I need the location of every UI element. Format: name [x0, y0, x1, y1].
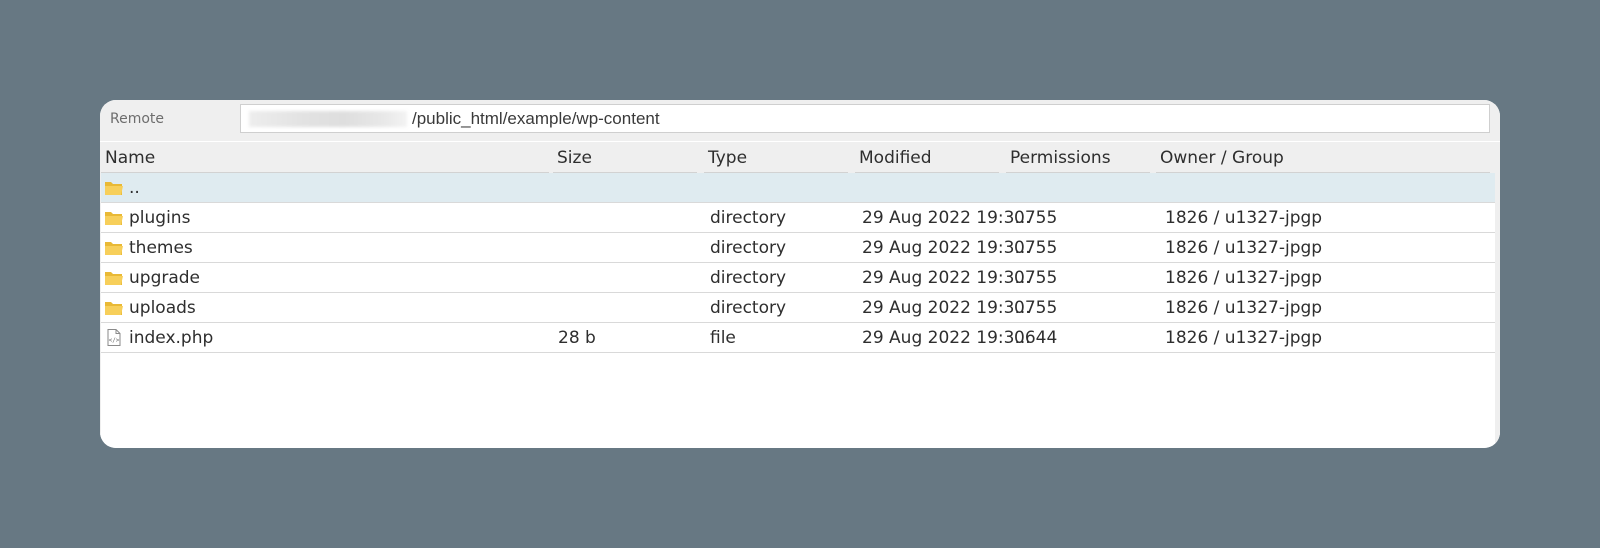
column-header-modified[interactable]: Modified [855, 142, 999, 173]
file-row[interactable]: uploads directory 29 Aug 2022 19:3... 0755 1… [101, 293, 1495, 323]
file-type: directory [710, 268, 787, 288]
file-permissions: 0755 [1014, 208, 1058, 228]
file-row[interactable]: plugins directory 29 Aug 2022 19:3... 0755 1… [101, 203, 1495, 233]
file-modified: 29 Aug 2022 19:3... [862, 208, 1031, 228]
file-type: file [710, 328, 736, 348]
folder-icon [104, 299, 124, 316]
remote-file-browser: Remote /public_html/example/wp-content N… [100, 100, 1500, 448]
file-modified: 29 Aug 2022 19:3... [862, 328, 1031, 348]
file-name: index.php [129, 328, 214, 348]
file-owner-group: 1826 / u1327-jpgp [1165, 268, 1323, 288]
file-owner-group: 1826 / u1327-jpgp [1165, 298, 1323, 318]
folder-icon [104, 209, 124, 226]
file-permissions: 0755 [1014, 268, 1058, 288]
file-row[interactable]: upgrade directory 29 Aug 2022 19:3... 0755 1… [101, 263, 1495, 293]
remote-path-bar: Remote /public_html/example/wp-content [100, 100, 1500, 141]
file-modified: 29 Aug 2022 19:3... [862, 268, 1031, 288]
file-type: directory [710, 238, 787, 258]
svg-text:</>: </> [109, 337, 120, 344]
redacted-path-prefix [249, 111, 407, 127]
file-owner-group: 1826 / u1327-jpgp [1165, 238, 1323, 258]
folder-icon [104, 179, 124, 196]
file-type: directory [710, 298, 787, 318]
file-modified: 29 Aug 2022 19:3... [862, 298, 1031, 318]
folder-icon [104, 239, 124, 256]
php-file-icon: </> [104, 329, 124, 346]
parent-directory-row[interactable]: .. [101, 173, 1495, 203]
file-list: Name Size Type Modified Permissions Owne… [100, 142, 1500, 448]
file-size: 28 b [558, 328, 596, 348]
file-row[interactable]: </> index.php 28 b file 29 Aug 2022 19:3...… [101, 323, 1495, 353]
file-name: themes [129, 238, 193, 258]
column-header-permissions[interactable]: Permissions [1006, 142, 1150, 173]
file-type: directory [710, 208, 787, 228]
file-list-header: Name Size Type Modified Permissions Owne… [101, 142, 1495, 174]
file-row[interactable]: themes directory 29 Aug 2022 19:3... 0755 18… [101, 233, 1495, 263]
remote-path-text: /public_html/example/wp-content [412, 109, 660, 128]
file-name: .. [129, 178, 140, 198]
file-permissions: 0755 [1014, 298, 1058, 318]
file-permissions: 0755 [1014, 238, 1058, 258]
file-owner-group: 1826 / u1327-jpgp [1165, 208, 1323, 228]
file-name: uploads [129, 298, 196, 318]
column-header-owner-group[interactable]: Owner / Group [1156, 142, 1490, 173]
column-header-name[interactable]: Name [101, 142, 549, 173]
file-name: upgrade [129, 268, 201, 288]
file-owner-group: 1826 / u1327-jpgp [1165, 328, 1323, 348]
remote-label: Remote [110, 111, 165, 127]
file-modified: 29 Aug 2022 19:3... [862, 238, 1031, 258]
file-permissions: 0644 [1014, 328, 1058, 348]
column-header-type[interactable]: Type [704, 142, 848, 173]
file-name: plugins [129, 208, 191, 228]
folder-icon [104, 269, 124, 286]
remote-path-input[interactable]: /public_html/example/wp-content [240, 104, 1490, 133]
column-header-size[interactable]: Size [553, 142, 697, 173]
